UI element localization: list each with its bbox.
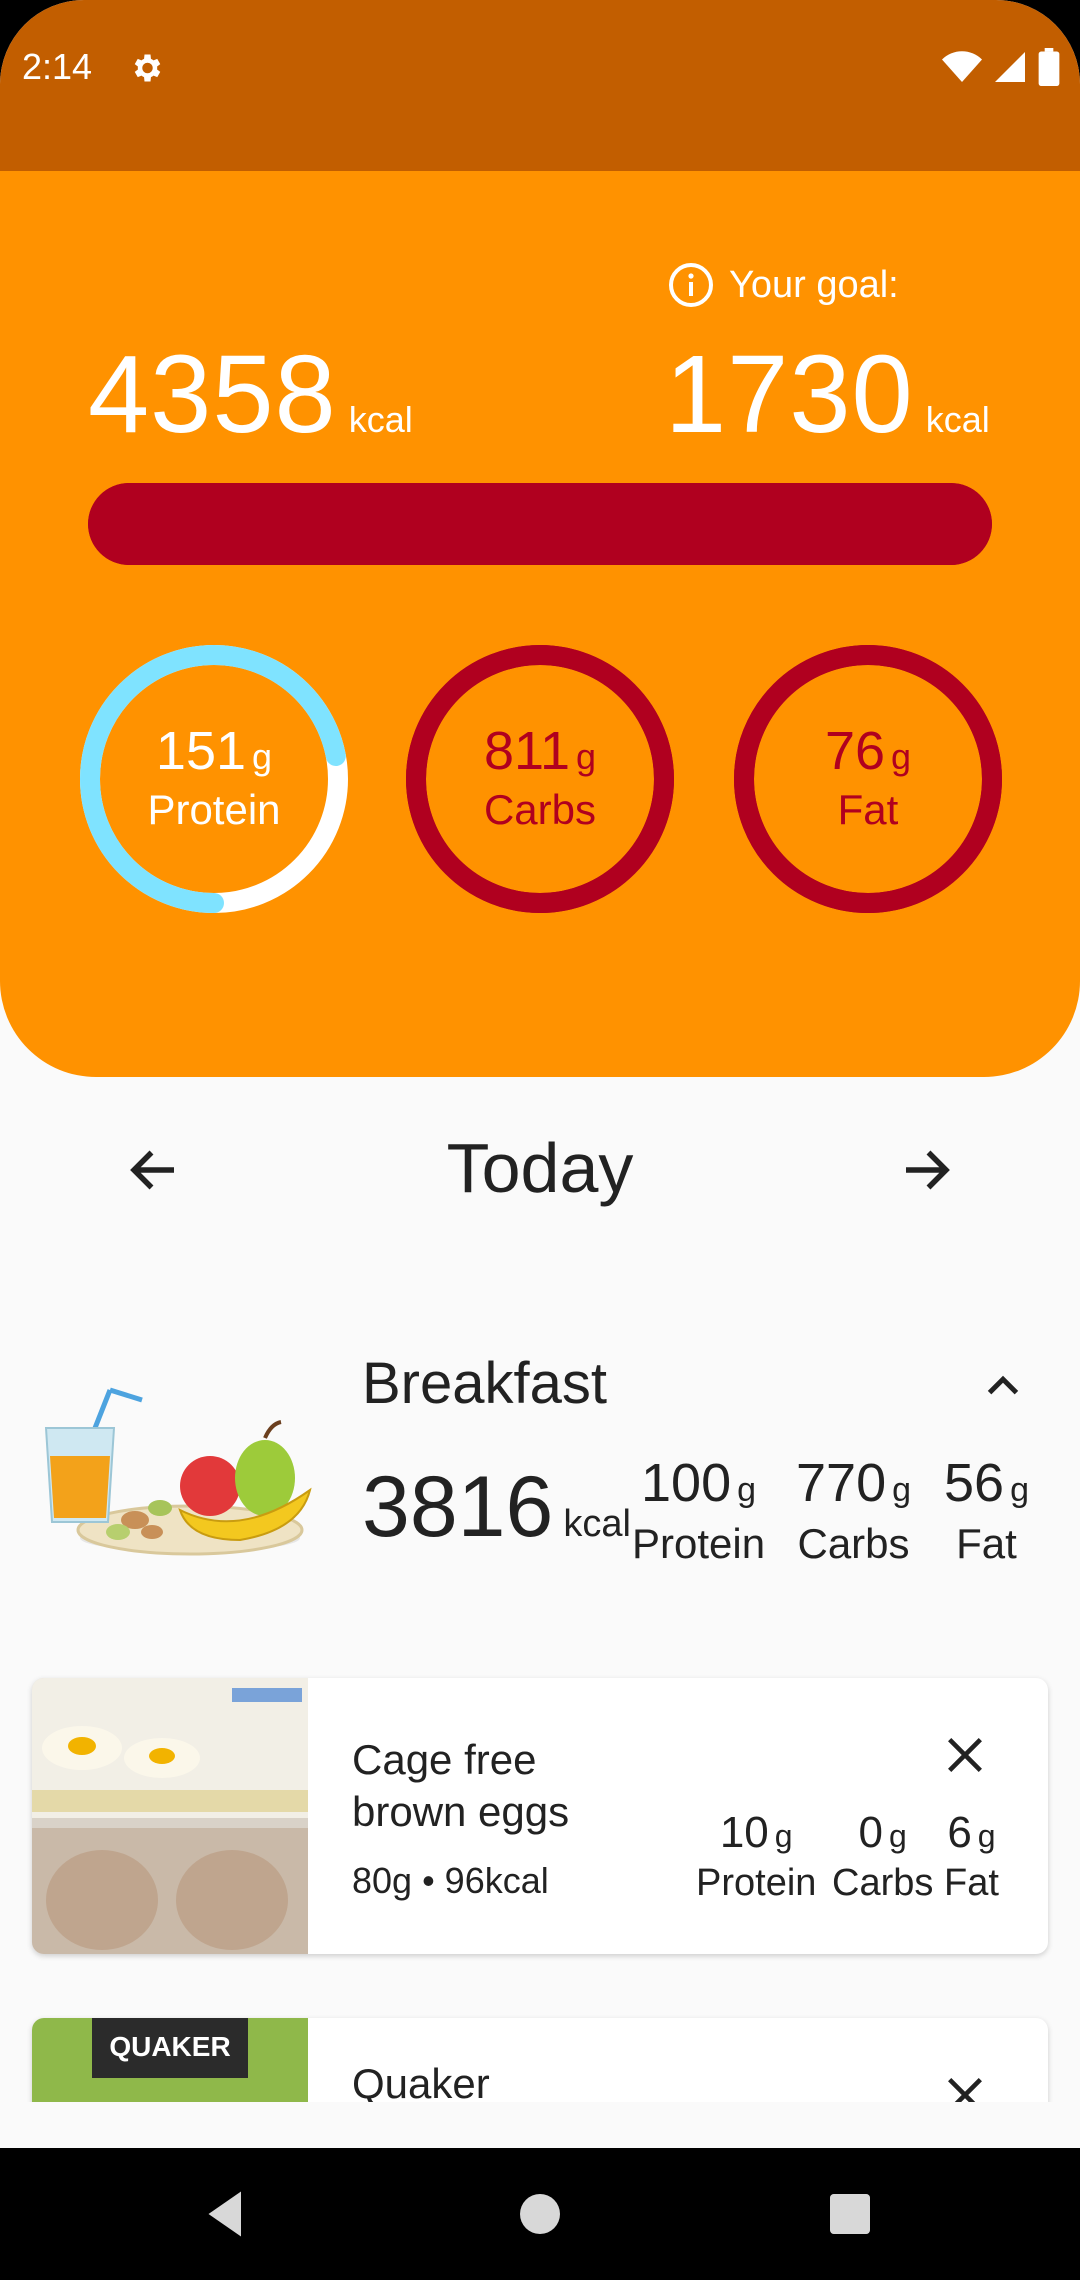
- back-triangle-icon[interactable]: [196, 2184, 256, 2244]
- breakfast-illustration: [44, 1387, 312, 1556]
- food-list-clip: QUAKER Quaker: [0, 1990, 1080, 2102]
- remove-food-close-icon[interactable]: [942, 2072, 988, 2102]
- carbs-total: 811 g: [483, 721, 597, 781]
- cell-signal-icon: [995, 52, 1025, 82]
- goal-calories: 1730 kcal: [665, 331, 990, 458]
- recents-square-icon[interactable]: [820, 2184, 880, 2244]
- calorie-progress-fill: [88, 483, 992, 565]
- protein-label: Protein: [147, 786, 281, 833]
- daily-summary-header: 4358 kcal Your goal: 1730 kcal 151 g Pro…: [0, 171, 1080, 1077]
- home-circle-icon[interactable]: [510, 2184, 570, 2244]
- meal-protein: 100 g Protein: [632, 1453, 766, 1567]
- protein-total: 151 g: [155, 721, 273, 781]
- status-time: 2:14: [22, 46, 93, 87]
- status-bar: 2:14: [0, 0, 1080, 171]
- eaten-calories-value: 4358: [88, 333, 337, 456]
- goal-label[interactable]: Your goal:: [667, 261, 899, 309]
- carbs-label: Carbs: [483, 786, 597, 833]
- meal-calories: 3816 kcal: [362, 1458, 631, 1557]
- remove-food-close-icon[interactable]: [942, 1732, 988, 1778]
- meal-calories-value: 3816: [362, 1459, 554, 1555]
- carbs-ring: 811 g Carbs: [402, 641, 678, 917]
- food-fat: 6g Fat: [944, 1808, 999, 1904]
- fat-label: Fat: [837, 786, 899, 833]
- goal-calories-value: 1730: [665, 333, 914, 456]
- collapse-chevron-up-icon[interactable]: [980, 1362, 1026, 1408]
- battery-icon: [1038, 48, 1060, 86]
- wifi-icon: [942, 51, 982, 82]
- meal-section-breakfast[interactable]: Breakfast 3816 kcal 100 g Protein 770 g Car…: [0, 1340, 1080, 1570]
- meal-title: Breakfast: [362, 1351, 607, 1416]
- food-protein: 10 g Protein: [696, 1808, 817, 1904]
- food-photo: QUAKER: [32, 2018, 308, 2102]
- date-navigation: Today: [0, 1120, 1080, 1220]
- fat-total: 76 g: [824, 721, 912, 781]
- svg-text:QUAKER: QUAKER: [109, 2031, 230, 2062]
- info-icon[interactable]: [667, 261, 715, 309]
- food-name: Quaker: [352, 2060, 490, 2102]
- meal-carbs: 770 g Carbs: [796, 1453, 912, 1567]
- fat-ring: 76 g Fat: [730, 641, 1006, 917]
- food-item-card[interactable]: Cage free brown eggs 80g • 96kcal 10 g Pr…: [32, 1678, 1048, 1954]
- meal-fat: 56 g Fat: [944, 1453, 1029, 1567]
- system-navigation-bar: [0, 2148, 1080, 2280]
- protein-ring: 151 g Protein: [76, 641, 352, 917]
- meal-calories-unit: kcal: [563, 1503, 631, 1545]
- food-name: Cage free brown eggs: [352, 1736, 570, 1835]
- food-portion-calories: 80g • 96kcal: [352, 1860, 549, 1901]
- next-day-arrow-icon[interactable]: [896, 1140, 956, 1200]
- goal-calories-unit: kcal: [925, 399, 990, 440]
- food-carbs: 0g Carbs: [832, 1808, 934, 1904]
- calorie-progress-bar: [88, 483, 992, 565]
- eaten-calories: 4358 kcal: [88, 331, 413, 458]
- food-photo: [32, 1678, 308, 1954]
- food-item-card[interactable]: QUAKER Quaker: [32, 2018, 1048, 2102]
- eaten-calories-unit: kcal: [348, 399, 413, 440]
- app-screen: 2:14 4358 kcal Your goal: 1730 kcal 151 …: [0, 0, 1080, 2280]
- goal-label-text: Your goal:: [729, 263, 899, 306]
- settings-gear-icon: [134, 54, 161, 82]
